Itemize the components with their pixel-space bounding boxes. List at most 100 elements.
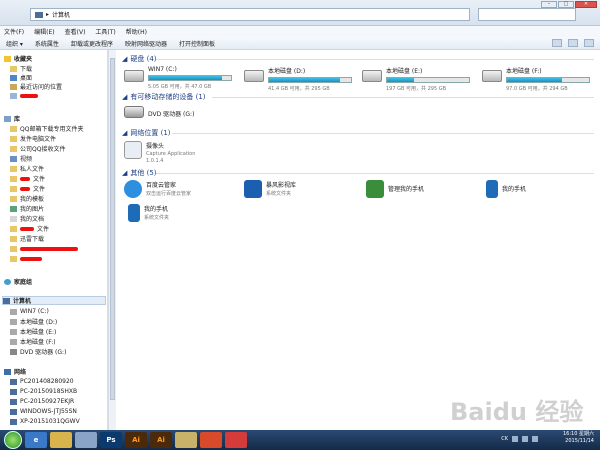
nav-item-pc-2[interactable]: PC-20150918SHXB [10,387,77,396]
nav-item-pictures[interactable]: 我的图片 [10,204,44,213]
scrollbar-thumb[interactable] [110,58,115,400]
tray-icon[interactable] [512,436,518,442]
drive-tile-d[interactable]: 本地磁盘 (D:) 41.4 GB 可用，共 295 GB [244,66,352,92]
nav-item-send-pc[interactable]: 发件电脑文件 [10,134,56,143]
dvd-icon [10,348,17,355]
baidu-cloud-tile[interactable]: 百度云管家 双击运行百度云管家 [124,180,191,198]
minimize-button[interactable]: – [541,1,557,8]
maximize-button[interactable]: □ [558,1,574,8]
section-hard-drives[interactable]: ◢ 硬盘 (4) [122,54,157,64]
nav-homegroup[interactable]: 家庭组 [4,277,32,286]
dvd-drive-tile[interactable]: DVD 驱动器 (G:) [124,106,194,118]
lang-indicator[interactable]: CK [501,436,508,442]
nav-item-drive-f[interactable]: 本地磁盘 (F:) [10,337,56,346]
browser-icon[interactable] [200,432,222,448]
nav-item-file-2[interactable]: 文件 [10,184,45,193]
nav-item-drive-e[interactable]: 本地磁盘 (E:) [10,327,56,336]
usage-bar [506,77,590,83]
section-divider [156,59,594,60]
organize-button[interactable]: 组织 ▾ [6,39,23,48]
drive-icon [10,308,17,315]
nav-item-video[interactable]: 视频 [10,154,32,163]
close-button[interactable]: ✕ [575,1,597,8]
nav-favorites[interactable]: 收藏夹 [4,54,32,63]
folder-icon [10,165,17,172]
my-phone-tile[interactable]: 我的手机 [486,180,526,198]
redaction-mark [20,186,30,191]
nav-item-recent[interactable]: 最近访问的位置 [10,82,62,91]
nav-item-pc-3[interactable]: PC-20150927EKJR [10,397,74,406]
search-input[interactable] [478,8,576,21]
map-network-drive-button[interactable]: 映射网络驱动器 [125,39,167,48]
drive-tile-e[interactable]: 本地磁盘 (E:) 197 GB 可用，共 295 GB [362,66,470,92]
tray-icon[interactable] [522,436,528,442]
illustrator-icon[interactable]: Ai [150,432,172,448]
nav-item-downloads[interactable]: 下载 [10,64,32,73]
network-icon [4,368,11,375]
baofeng-tile[interactable]: 暴风影视库 系统文件夹 [244,180,296,198]
nav-item-company-qq[interactable]: 公司QQ接收文件 [10,144,65,153]
section-divider [172,133,594,134]
camera-icon [124,141,142,159]
app-icon[interactable] [225,432,247,448]
nav-library[interactable]: 库 [4,114,20,123]
menu-tools[interactable]: 工具(T) [95,27,115,36]
nav-item-file-3[interactable]: 文件 [10,224,49,233]
photoshop-icon[interactable]: Ps [100,432,122,448]
nav-item-desktop[interactable]: 桌面 [10,73,32,82]
nav-item-drive-c[interactable]: WIN7 (C:) [10,307,49,316]
folder-icon [10,92,17,99]
my-phone-folder-tile[interactable]: 我的手机 系统文件夹 [128,204,169,222]
nav-item-pc-1[interactable]: PC201408280920 [10,377,74,386]
uninstall-program-button[interactable]: 卸载或更改程序 [71,39,113,48]
menu-help[interactable]: 帮助(H) [126,27,147,36]
illustrator-icon[interactable]: Ai [125,432,147,448]
menu-view[interactable]: 查看(V) [65,27,86,36]
start-button[interactable] [4,431,22,449]
system-properties-button[interactable]: 系统属性 [35,39,59,48]
address-bar[interactable]: ▸ 计算机 [30,8,470,21]
nav-scrollbar[interactable] [108,50,116,430]
nav-item-pc-4[interactable]: WINDOWS-JTJ55SN [10,407,77,416]
manage-phone-tile[interactable]: 管理我的手机 [366,180,424,198]
nav-item-redacted-3[interactable] [10,254,42,263]
explorer-icon[interactable] [50,432,72,448]
section-network-location[interactable]: ◢ 网络位置 (1) [122,128,171,138]
drive-tile-f[interactable]: 本地磁盘 (F:) 97.0 GB 可用，共 294 GB [482,66,590,92]
view-options-icon[interactable] [552,39,562,47]
nav-item-redacted-2[interactable] [10,244,78,253]
section-removable[interactable]: ◢ 有可移动存储的设备 (1) [122,92,206,102]
open-control-panel-button[interactable]: 打开控制面板 [179,39,215,48]
breadcrumb-computer[interactable]: 计算机 [52,10,70,19]
section-divider [212,97,594,98]
nav-item-qqmail[interactable]: QQ邮箱下载专用文件夹 [10,124,83,133]
section-divider [156,173,594,174]
ie-icon[interactable]: e [25,432,47,448]
app-icon[interactable] [175,432,197,448]
nav-item-redacted[interactable] [10,91,38,100]
taskbar: e Ps Ai Ai CK 16:10 星期六 2015/11/14 [0,430,600,450]
nav-item-file-1[interactable]: 文件 [10,174,45,183]
preview-pane-icon[interactable] [568,39,578,47]
nav-item-private[interactable]: 私人文件 [10,164,44,173]
folder-icon [10,255,17,262]
nav-item-documents[interactable]: 我的文档 [10,214,44,223]
nav-item-drive-d[interactable]: 本地磁盘 (D:) [10,317,57,326]
app-icon[interactable] [75,432,97,448]
menu-edit[interactable]: 编辑(E) [34,27,54,36]
section-other[interactable]: ◢ 其他 (5) [122,168,157,178]
nav-item-templates[interactable]: 我的模板 [10,194,44,203]
volume-icon[interactable] [532,436,538,442]
drive-tile-c[interactable]: WIN7 (C:) 5.05 GB 可用，共 47.0 GB [124,66,232,90]
help-icon[interactable] [584,39,594,47]
nav-computer[interactable]: 计算机 [2,296,106,305]
nav-item-dvd-g[interactable]: DVD 驱动器 (G:) [10,347,66,356]
nav-network[interactable]: 网络 [4,367,26,376]
menu-file[interactable]: 文件(F) [4,27,24,36]
nav-item-thunder[interactable]: 迅雷下载 [10,234,44,243]
camera-tile[interactable]: 摄像头 Capture Application 1.0.1.4 [124,141,195,164]
collapse-icon: ◢ [122,129,128,137]
nav-item-pc-5[interactable]: XP-20151031QGWV [10,417,80,426]
pc-icon [10,418,17,425]
clock[interactable]: 16:10 星期六 2015/11/14 [563,431,594,445]
